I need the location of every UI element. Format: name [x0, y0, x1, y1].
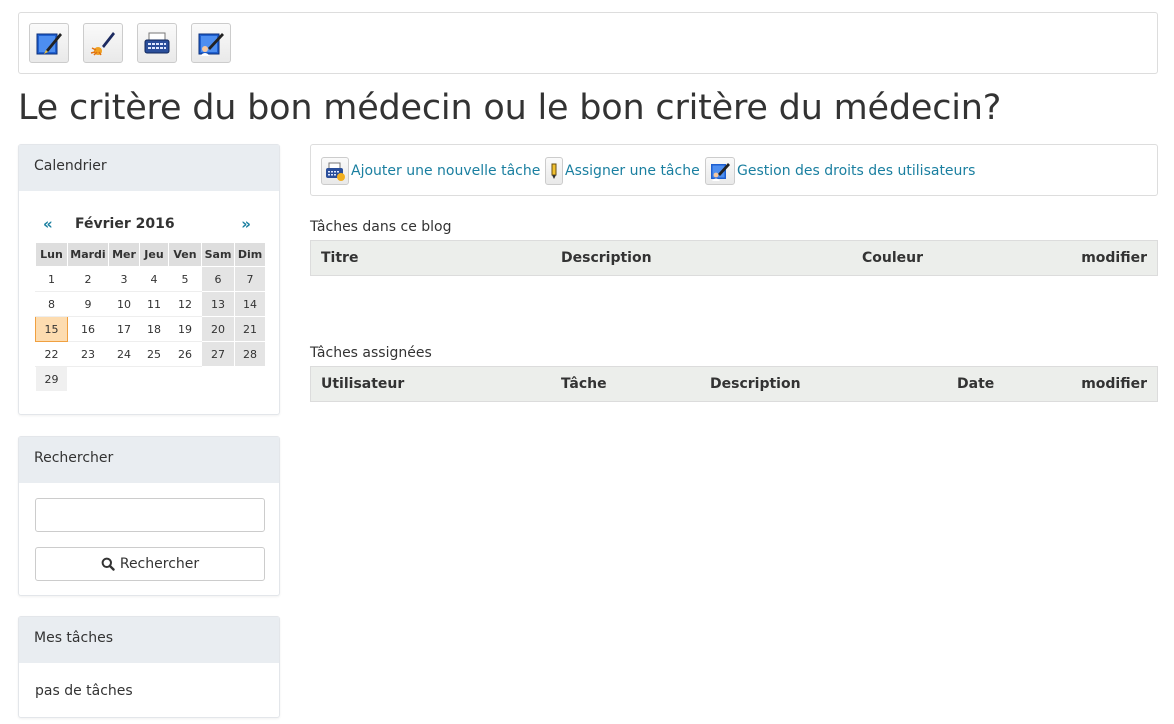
weekday-header: Lun	[35, 242, 68, 267]
add-task-icon-box	[321, 157, 349, 185]
calendar-day[interactable]: 12	[168, 291, 202, 317]
weekday-header: Sam	[201, 242, 235, 267]
assigned-tasks-table-header: Utilisateur Tâche Description Date modif…	[310, 366, 1158, 402]
pencil-icon	[551, 163, 557, 179]
calendar-empty-cells	[67, 366, 266, 392]
calendar-navigation: « Février 2016 »	[35, 205, 265, 245]
calendar-day[interactable]: 5	[168, 266, 202, 292]
calendar-day[interactable]: 13	[201, 291, 235, 317]
typewriter-button[interactable]	[137, 23, 177, 63]
calendar-day[interactable]: 26	[168, 341, 202, 367]
weekday-header: Mardi	[67, 242, 109, 267]
calendar-panel: Calendrier « Février 2016 » Lun Mardi Me…	[18, 144, 280, 415]
column-header-color: Couleur	[862, 250, 924, 266]
calendar-day[interactable]: 16	[67, 316, 109, 342]
search-panel: Rechercher Rechercher	[18, 436, 280, 596]
calendar-day[interactable]: 10	[108, 291, 140, 317]
my-tasks-empty: pas de tâches	[35, 683, 133, 699]
calendar-day[interactable]: 18	[139, 316, 169, 342]
column-header-description: Description	[561, 250, 652, 266]
editor-toolbar	[18, 12, 1158, 74]
calendar-day[interactable]: 20	[201, 316, 235, 342]
user-rights-icon	[711, 163, 730, 181]
calendar-day[interactable]: 28	[234, 341, 266, 367]
add-task-link[interactable]: Ajouter une nouvelle tâche	[321, 157, 540, 185]
page-title: Le critère du bon médecin ou le bon crit…	[18, 88, 1002, 128]
blog-tasks-label: Tâches dans ce blog	[310, 219, 452, 235]
column-header-description: Description	[710, 376, 801, 392]
calendar-next-month[interactable]: »	[241, 215, 251, 233]
weekday-header: Ven	[168, 242, 202, 267]
search-button-label: Rechercher	[119, 556, 200, 572]
typewriter-add-icon	[326, 162, 345, 181]
calendar-day[interactable]: 25	[139, 341, 169, 367]
user-rights-icon	[198, 33, 224, 56]
edit-post-icon	[36, 33, 62, 55]
weekday-header: Jeu	[139, 242, 169, 267]
assigned-tasks-label: Tâches assignées	[310, 345, 432, 361]
add-task-label: Ajouter une nouvelle tâche	[351, 163, 541, 179]
customize-brush-icon	[90, 32, 115, 56]
calendar-prev-month[interactable]: «	[43, 215, 53, 233]
blog-tasks-table-header: Titre Description Couleur modifier	[310, 240, 1158, 276]
weekday-header: Mer	[108, 242, 140, 267]
search-input[interactable]	[35, 498, 265, 532]
calendar-day[interactable]: 2	[67, 266, 109, 292]
column-header-date: Date	[957, 376, 995, 392]
my-tasks-heading: Mes tâches	[19, 617, 279, 663]
assign-task-link[interactable]: Assigner une tâche	[545, 157, 700, 185]
calendar-month-label: Février 2016	[75, 216, 175, 232]
calendar-day-today[interactable]: 15	[35, 316, 68, 342]
user-rights-label: Gestion des droits des utilisateurs	[737, 163, 976, 179]
column-header-user: Utilisateur	[321, 376, 405, 392]
calendar-day[interactable]: 27	[201, 341, 235, 367]
calendar-day[interactable]: 4	[139, 266, 169, 292]
search-button[interactable]: Rechercher	[35, 547, 265, 581]
calendar-day[interactable]: 6	[201, 266, 235, 292]
typewriter-icon	[144, 32, 170, 54]
calendar-day[interactable]: 24	[108, 341, 140, 367]
search-icon	[101, 557, 115, 571]
calendar-day[interactable]: 11	[139, 291, 169, 317]
calendar-heading: Calendrier	[19, 145, 279, 191]
user-rights-icon-box	[705, 157, 735, 185]
assign-task-icon-box	[545, 157, 563, 185]
my-tasks-panel: Mes tâches pas de tâches	[18, 616, 280, 718]
calendar-day[interactable]: 17	[108, 316, 140, 342]
calendar-grid: Lun Mardi Mer Jeu Ven Sam Dim 1 2 3 4 5 …	[35, 242, 266, 392]
column-header-task: Tâche	[561, 376, 607, 392]
edit-post-button[interactable]	[29, 23, 69, 63]
customize-button[interactable]	[83, 23, 123, 63]
calendar-day[interactable]: 21	[234, 316, 266, 342]
calendar-day[interactable]: 1	[35, 266, 68, 292]
calendar-day[interactable]: 9	[67, 291, 109, 317]
assign-task-label: Assigner une tâche	[565, 163, 700, 179]
column-header-title: Titre	[321, 250, 359, 266]
task-actions-bar: Ajouter une nouvelle tâche Assigner une …	[310, 144, 1158, 196]
calendar-day[interactable]: 3	[108, 266, 140, 292]
calendar-day[interactable]: 19	[168, 316, 202, 342]
calendar-day[interactable]: 7	[234, 266, 266, 292]
search-heading: Rechercher	[19, 437, 279, 483]
calendar-day[interactable]: 23	[67, 341, 109, 367]
column-header-edit: modifier	[1081, 376, 1147, 392]
user-rights-link[interactable]: Gestion des droits des utilisateurs	[705, 157, 975, 185]
calendar-day[interactable]: 22	[35, 341, 68, 367]
column-header-edit: modifier	[1081, 250, 1147, 266]
weekday-header: Dim	[234, 242, 266, 267]
calendar-day[interactable]: 29	[35, 366, 68, 392]
calendar-day[interactable]: 14	[234, 291, 266, 317]
user-rights-button[interactable]	[191, 23, 231, 63]
calendar-day[interactable]: 8	[35, 291, 68, 317]
